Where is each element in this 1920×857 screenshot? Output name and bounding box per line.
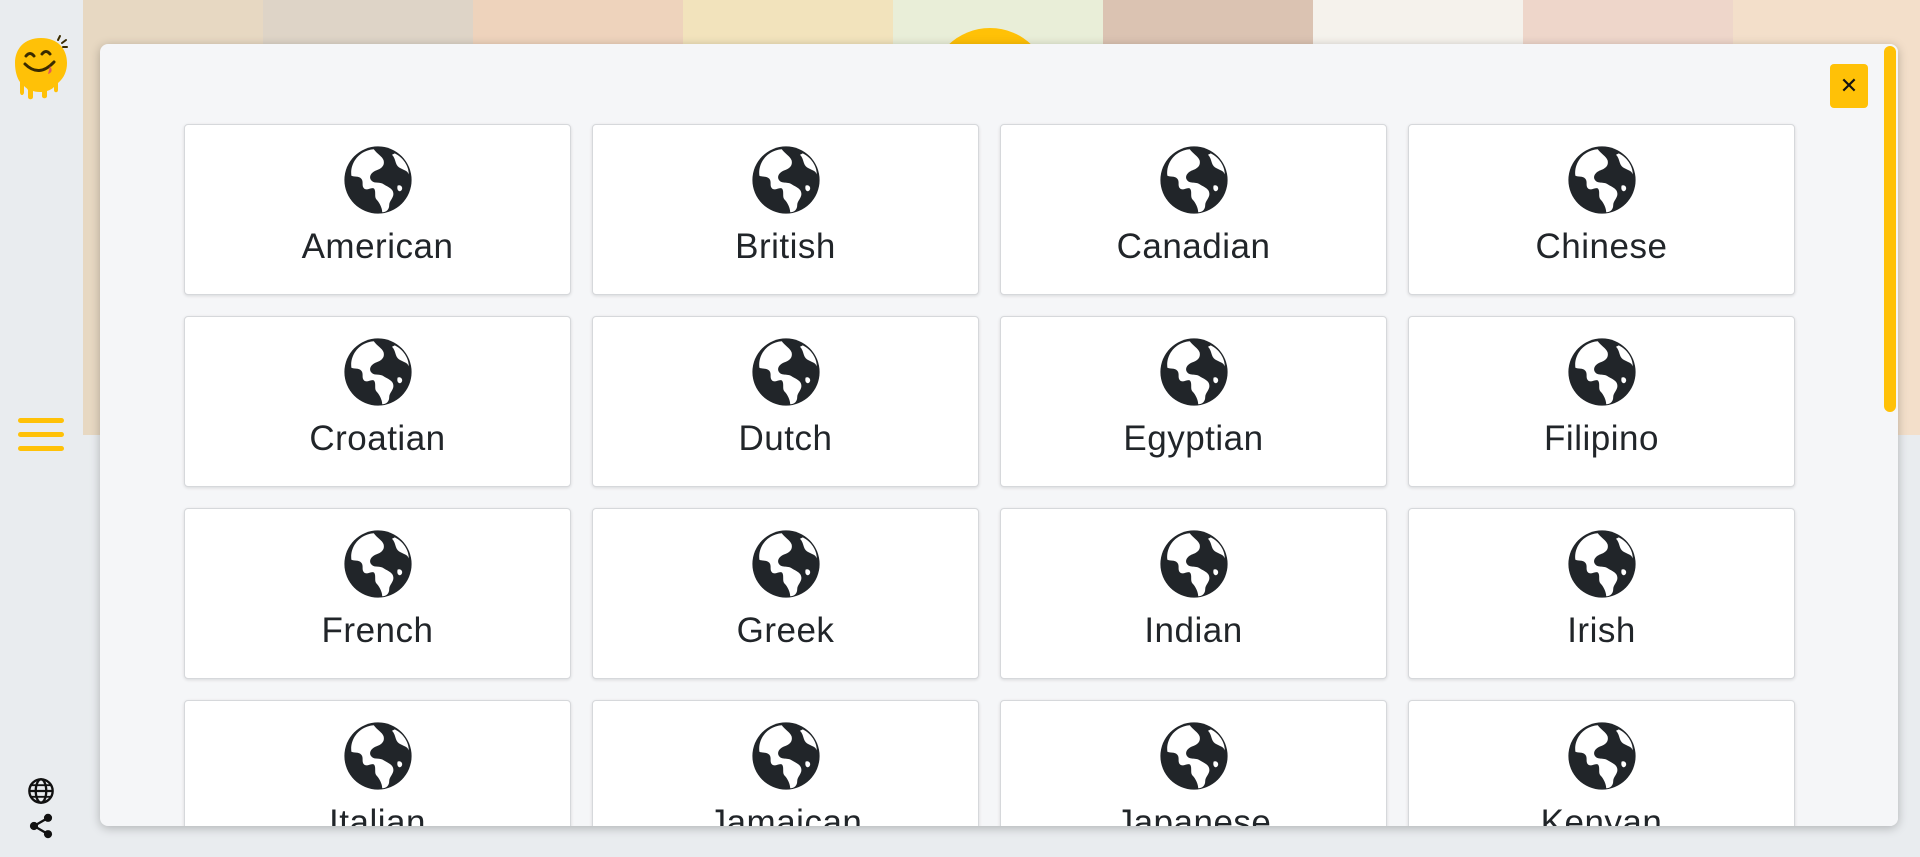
area-label: Filipino bbox=[1544, 419, 1659, 458]
globe-icon bbox=[1567, 530, 1636, 598]
globe-icon bbox=[343, 722, 412, 790]
area-label: Canadian bbox=[1116, 227, 1271, 266]
modal-scrollbar[interactable] bbox=[1882, 44, 1898, 826]
globe-icon bbox=[751, 530, 820, 598]
area-label: Indian bbox=[1144, 611, 1243, 650]
area-label: Croatian bbox=[309, 419, 446, 458]
globe-icon bbox=[751, 722, 820, 790]
area-label: Egyptian bbox=[1123, 419, 1264, 458]
globe-icon bbox=[1159, 338, 1228, 406]
area-card-chinese[interactable]: Chinese bbox=[1408, 124, 1795, 295]
globe-icon bbox=[751, 338, 820, 406]
area-card-british[interactable]: British bbox=[592, 124, 979, 295]
area-card-filipino[interactable]: Filipino bbox=[1408, 316, 1795, 487]
area-label: Greek bbox=[736, 611, 835, 650]
area-label: Chinese bbox=[1535, 227, 1668, 266]
area-card-japanese[interactable]: Japanese bbox=[1000, 700, 1387, 826]
area-label: British bbox=[735, 227, 836, 266]
area-label: Jamaican bbox=[708, 803, 863, 826]
globe-icon bbox=[343, 530, 412, 598]
area-card-american[interactable]: American bbox=[184, 124, 571, 295]
area-label: Irish bbox=[1567, 611, 1636, 650]
globe-icon[interactable] bbox=[27, 777, 55, 805]
area-card-canadian[interactable]: Canadian bbox=[1000, 124, 1387, 295]
share-icon[interactable] bbox=[27, 812, 55, 840]
area-card-egyptian[interactable]: Egyptian bbox=[1000, 316, 1387, 487]
area-label: Kenyan bbox=[1540, 803, 1663, 826]
globe-icon bbox=[1567, 722, 1636, 790]
area-card-croatian[interactable]: Croatian bbox=[184, 316, 571, 487]
area-card-french[interactable]: French bbox=[184, 508, 571, 679]
globe-icon bbox=[343, 146, 412, 214]
area-card-jamaican[interactable]: Jamaican bbox=[592, 700, 979, 826]
globe-icon bbox=[751, 146, 820, 214]
area-label: Dutch bbox=[738, 419, 833, 458]
areas-modal: ✕ American British Canadian Chinese Croa… bbox=[100, 44, 1898, 826]
hamburger-menu-icon[interactable] bbox=[18, 418, 64, 460]
globe-icon bbox=[1567, 146, 1636, 214]
area-card-italian[interactable]: Italian bbox=[184, 700, 571, 826]
area-label: French bbox=[321, 611, 434, 650]
area-label: Japanese bbox=[1115, 803, 1272, 826]
yum-face-logo-icon[interactable] bbox=[12, 34, 70, 100]
area-card-irish[interactable]: Irish bbox=[1408, 508, 1795, 679]
sidebar bbox=[0, 0, 83, 857]
globe-icon bbox=[1567, 338, 1636, 406]
close-button[interactable]: ✕ bbox=[1830, 64, 1868, 108]
area-card-indian[interactable]: Indian bbox=[1000, 508, 1387, 679]
area-label: American bbox=[301, 227, 454, 266]
area-card-dutch[interactable]: Dutch bbox=[592, 316, 979, 487]
area-card-greek[interactable]: Greek bbox=[592, 508, 979, 679]
globe-icon bbox=[1159, 722, 1228, 790]
area-card-kenyan[interactable]: Kenyan bbox=[1408, 700, 1795, 826]
areas-grid: American British Canadian Chinese Croati… bbox=[184, 124, 1795, 826]
globe-icon bbox=[343, 338, 412, 406]
globe-icon bbox=[1159, 146, 1228, 214]
area-label: Italian bbox=[329, 803, 426, 826]
scrollbar-thumb[interactable] bbox=[1884, 46, 1896, 412]
globe-icon bbox=[1159, 530, 1228, 598]
